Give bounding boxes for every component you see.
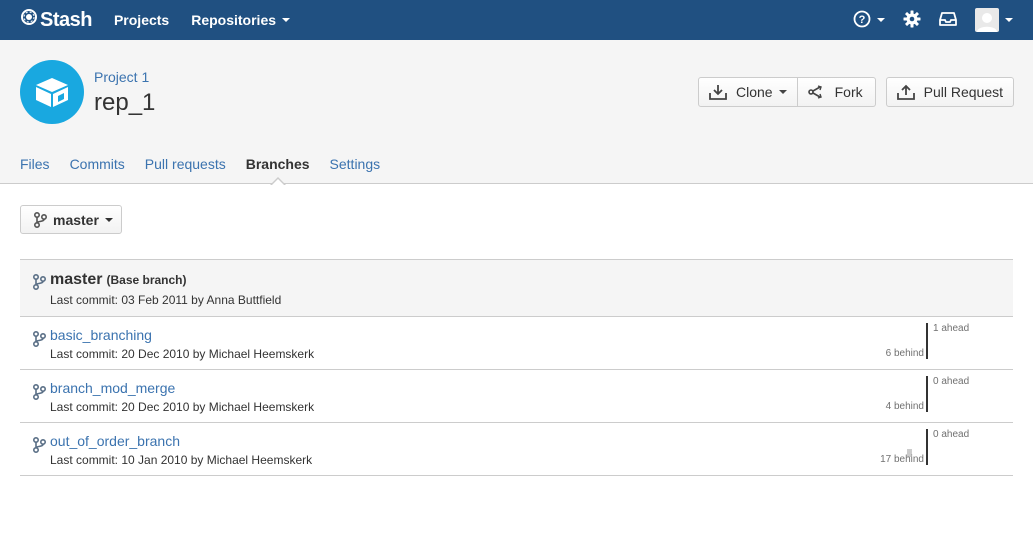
base-branch-label: master bbox=[50, 271, 103, 288]
inbox-button[interactable] bbox=[939, 11, 957, 30]
branch-selector[interactable]: master bbox=[20, 205, 122, 234]
fork-icon bbox=[807, 85, 826, 99]
branch-icon bbox=[32, 437, 46, 453]
nav-repositories[interactable]: Repositories bbox=[191, 12, 291, 28]
nav-projects-label: Projects bbox=[113, 12, 170, 28]
brand-name: Stash bbox=[40, 8, 92, 31]
user-avatar-icon bbox=[975, 8, 999, 32]
branch-icon bbox=[32, 384, 46, 400]
inbox-icon bbox=[939, 11, 957, 30]
nav-repositories-label: Repositories bbox=[191, 12, 277, 28]
behind-count: 4 behind bbox=[885, 401, 924, 412]
repo-tabs: Files Commits Pull requests Branches Set… bbox=[0, 144, 1033, 184]
ahead-behind-divider bbox=[926, 429, 928, 465]
tab-files[interactable]: Files bbox=[20, 144, 50, 184]
tab-commits[interactable]: Commits bbox=[70, 144, 125, 184]
branch-name-link[interactable]: basic_branching bbox=[50, 327, 152, 343]
gear-icon bbox=[903, 10, 921, 31]
chevron-down-icon bbox=[778, 90, 787, 94]
branch-name-link[interactable]: out_of_order_branch bbox=[50, 433, 180, 449]
project-link[interactable]: Project 1 bbox=[94, 69, 149, 85]
base-branch-commit: Last commit: 03 Feb 2011 by Anna Buttfie… bbox=[50, 293, 282, 307]
settings-button[interactable] bbox=[903, 10, 921, 31]
repo-header: Project 1 rep_1 Clone Fork Pull Request bbox=[0, 40, 1033, 144]
ahead-count: 0 ahead bbox=[933, 429, 970, 440]
repo-actions: Clone Fork Pull Request bbox=[698, 77, 1014, 107]
help-menu[interactable]: ? bbox=[853, 10, 885, 31]
upload-icon bbox=[896, 84, 915, 100]
ahead-behind-divider bbox=[926, 376, 928, 412]
stash-logo-icon bbox=[20, 8, 40, 32]
nav-projects[interactable]: Projects bbox=[114, 12, 169, 28]
branch-row: out_of_order_branch Last commit: 10 Jan … bbox=[20, 423, 1013, 476]
tab-pull-requests[interactable]: Pull requests bbox=[145, 144, 226, 184]
ahead-behind-indicator: 1 ahead 6 behind bbox=[860, 323, 980, 359]
chevron-down-icon bbox=[1005, 18, 1013, 22]
behind-count: 6 behind bbox=[885, 348, 924, 359]
branch-row: branch_mod_merge Last commit: 20 Dec 201… bbox=[20, 370, 1013, 423]
chevron-down-icon bbox=[104, 217, 113, 222]
clone-label: Clone bbox=[736, 84, 773, 100]
behind-count: 17 behind bbox=[880, 454, 924, 465]
top-nav: Stash Projects Repositories ? bbox=[0, 0, 1033, 40]
base-branch-row: master (Base branch) Last commit: 03 Feb … bbox=[20, 260, 1013, 317]
repo-name: rep_1 bbox=[94, 89, 156, 116]
svg-text:?: ? bbox=[859, 14, 866, 26]
branch-list: master (Base branch) Last commit: 03 Feb … bbox=[20, 259, 1013, 476]
tab-settings[interactable]: Settings bbox=[330, 144, 381, 184]
user-menu[interactable] bbox=[975, 8, 1013, 32]
branch-icon bbox=[32, 331, 46, 347]
branch-icon bbox=[33, 211, 47, 228]
download-icon bbox=[709, 84, 727, 100]
repo-box-icon bbox=[20, 60, 84, 124]
clone-fork-group: Clone Fork bbox=[698, 77, 876, 107]
branch-name-link[interactable]: branch_mod_merge bbox=[50, 380, 175, 396]
pull-request-button[interactable]: Pull Request bbox=[885, 77, 1014, 107]
help-icon: ? bbox=[853, 10, 871, 31]
pull-request-label: Pull Request bbox=[923, 84, 1003, 100]
ahead-behind-indicator: 0 ahead 4 behind bbox=[860, 376, 980, 412]
fork-label: Fork bbox=[834, 84, 863, 100]
ahead-count: 0 ahead bbox=[933, 376, 970, 387]
base-branch-tag: (Base branch) bbox=[106, 273, 187, 287]
clone-button[interactable]: Clone bbox=[698, 77, 798, 107]
branch-icon bbox=[32, 274, 46, 290]
stash-logo[interactable]: Stash bbox=[20, 8, 92, 32]
ahead-behind-divider bbox=[926, 323, 928, 359]
branch-selector-label: master bbox=[53, 211, 99, 228]
ahead-count: 1 ahead bbox=[933, 323, 970, 334]
chevron-down-icon bbox=[877, 18, 885, 22]
ahead-behind-indicator: 0 ahead 17 behind bbox=[860, 429, 980, 465]
base-branch-name: master (Base branch) bbox=[50, 271, 187, 289]
branch-commit: Last commit: 10 Jan 2010 by Michael Heem… bbox=[50, 453, 313, 467]
tab-branches[interactable]: Branches bbox=[246, 144, 310, 184]
chevron-down-icon bbox=[282, 18, 291, 22]
branch-commit: Last commit: 20 Dec 2010 by Michael Heem… bbox=[50, 347, 315, 361]
fork-button[interactable]: Fork bbox=[797, 77, 876, 107]
branch-commit: Last commit: 20 Dec 2010 by Michael Heem… bbox=[50, 400, 315, 414]
branch-row: basic_branching Last commit: 20 Dec 2010… bbox=[20, 317, 1013, 370]
